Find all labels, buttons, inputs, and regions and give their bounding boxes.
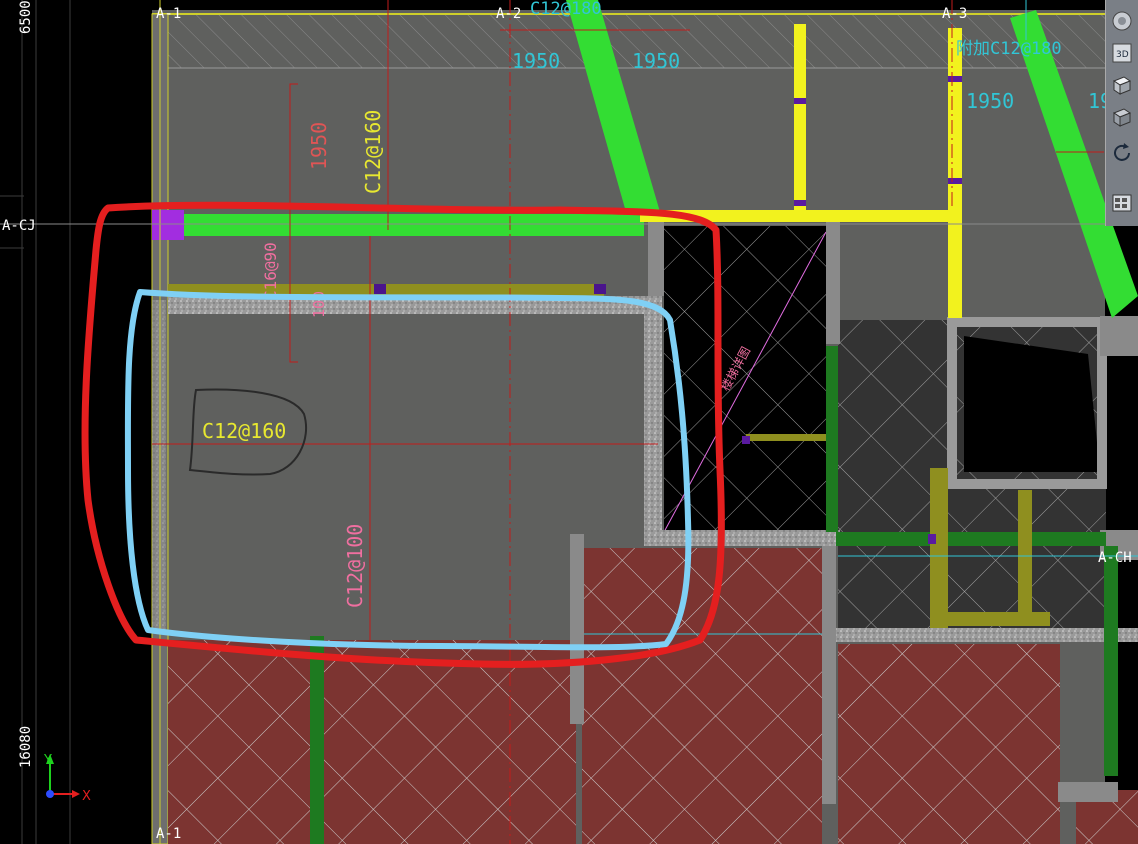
top-rebar2-label: 附加C12@180: [956, 39, 1062, 59]
ruler-bottom-value: 16080: [18, 726, 34, 768]
top-rebar-label: C12@180: [530, 0, 602, 19]
grid-label-a3-top: A-3: [942, 6, 967, 22]
grid-label-acj: A-CJ: [2, 218, 36, 234]
3d-view-button[interactable]: 3D: [1109, 40, 1135, 66]
cube-view-icon[interactable]: [1109, 72, 1135, 98]
grid-label-ach: A-CH: [1098, 550, 1132, 566]
svg-text:3D: 3D: [1116, 50, 1129, 60]
ucs-y-label: Y: [43, 753, 52, 768]
box-view-icon[interactable]: [1109, 104, 1135, 130]
ruler-top-value: 6500: [18, 0, 34, 34]
ucs-x-label: X: [82, 789, 91, 804]
slab-rebar-vertical: C12@100: [343, 524, 367, 608]
dim-1950-a: 1950: [512, 49, 560, 73]
grid-label-a1-top: A-1: [156, 6, 181, 22]
grid-label-a2-top: A-2: [496, 6, 521, 22]
dim-1950-b: 1950: [632, 49, 680, 73]
cad-drawing-canvas[interactable]: A-1 A-2 A-3 A-1 A-CJ A-CH 6500 16080 C12…: [0, 0, 1138, 844]
rebar-c16-90: C16@90: [261, 242, 280, 300]
orbit-icon[interactable]: [1109, 140, 1135, 166]
navigation-toolbar: 3D: [1105, 0, 1138, 226]
showmotion-icon[interactable]: [1109, 190, 1135, 216]
dim-vertical-1950: 1950: [307, 122, 331, 170]
slab-rebar-label: C12@160: [202, 419, 286, 443]
grid-label-a1-bottom: A-1: [156, 826, 181, 842]
rebar-vertical-c12-160: C12@160: [361, 110, 385, 194]
dim-1950-c: 1950: [966, 89, 1014, 113]
navigation-wheel-icon[interactable]: [1109, 8, 1135, 34]
